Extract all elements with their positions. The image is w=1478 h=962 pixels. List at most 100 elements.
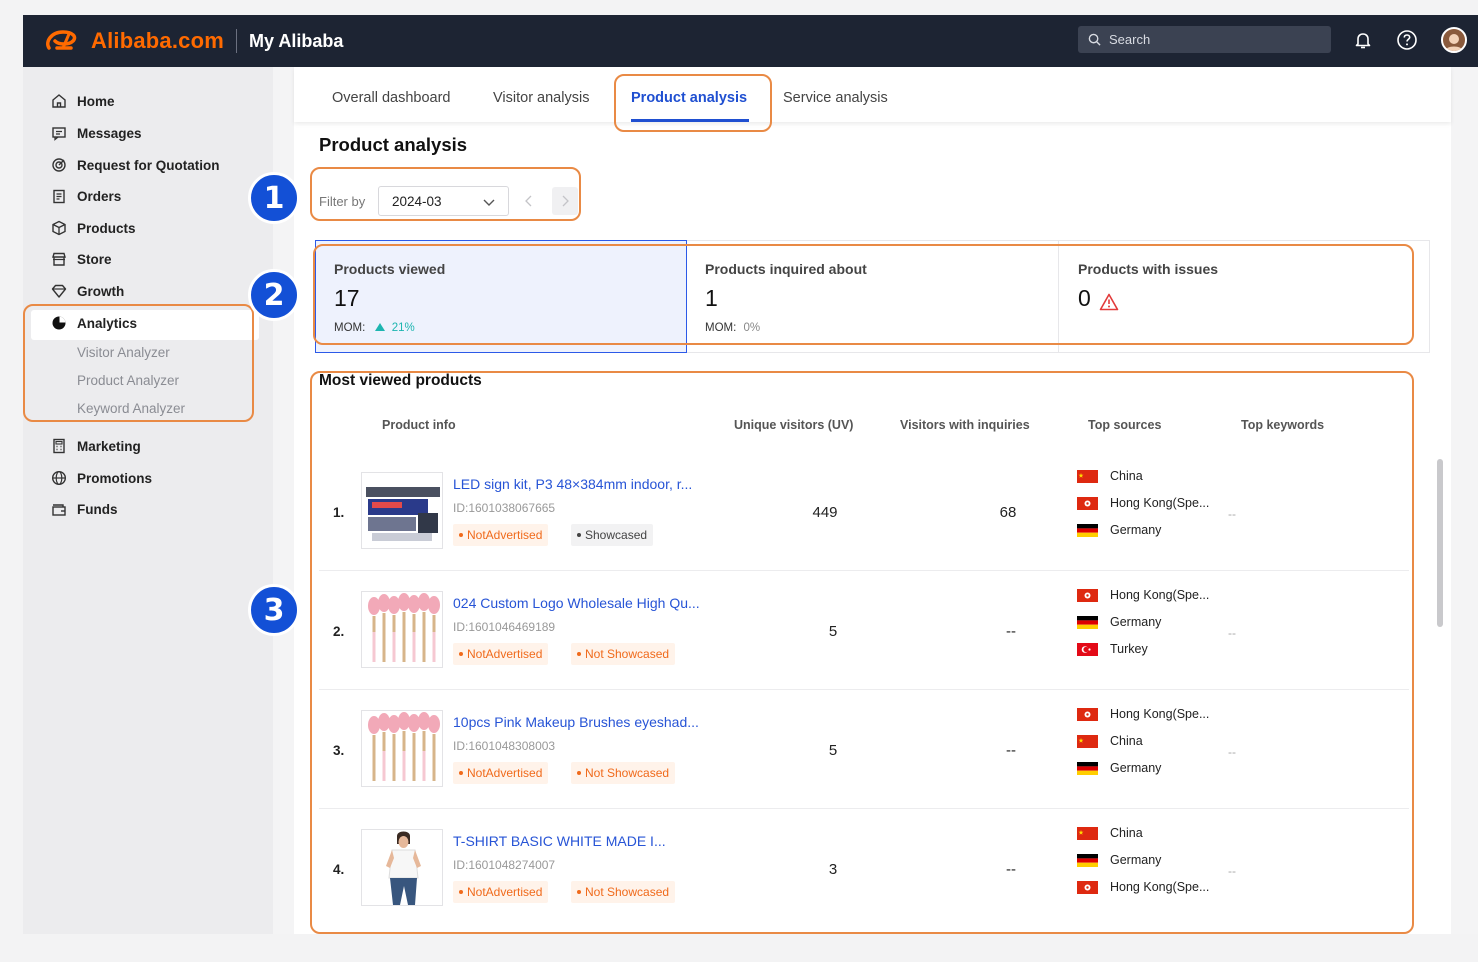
help-icon[interactable] bbox=[1395, 28, 1419, 52]
status-badge-not-showcased: Not Showcased bbox=[571, 643, 676, 665]
product-title-link[interactable]: LED sign kit, P3 48×384mm indoor, r... bbox=[453, 476, 692, 492]
keywords-value: -- bbox=[1228, 864, 1236, 878]
sidebar-label: Messages bbox=[77, 125, 142, 141]
tab-overall-dashboard[interactable]: Overall dashboard bbox=[332, 90, 451, 106]
sidebar-sub-visitor-analyzer[interactable]: Visitor Analyzer bbox=[77, 345, 170, 360]
user-avatar[interactable] bbox=[1441, 27, 1467, 53]
sidebar-item-orders[interactable]: Orders bbox=[51, 185, 121, 207]
sidebar-label: Products bbox=[77, 220, 136, 236]
source-item: Germany bbox=[1077, 853, 1161, 867]
search-placeholder: Search bbox=[1109, 32, 1151, 47]
sidebar-item-store[interactable]: Store bbox=[51, 248, 112, 270]
status-badge-showcased: Showcased bbox=[571, 524, 654, 546]
sidebar-item-funds[interactable]: Funds bbox=[51, 498, 118, 520]
mom-value: 0% bbox=[743, 322, 761, 334]
alibaba-logo[interactable]: Alibaba.com bbox=[43, 28, 224, 54]
sidebar-item-analytics[interactable]: Analytics bbox=[51, 312, 137, 334]
sidebar-item-rfq[interactable]: Request for Quotation bbox=[51, 154, 220, 176]
sidebar-label: Growth bbox=[77, 283, 125, 299]
my-alibaba-title[interactable]: My Alibaba bbox=[249, 31, 343, 52]
flag-hong-kong-icon bbox=[1077, 496, 1098, 510]
flag-china-icon bbox=[1077, 826, 1098, 840]
sidebar-item-messages[interactable]: Messages bbox=[51, 122, 142, 144]
sidebar-sub-product-analyzer[interactable]: Product Analyzer bbox=[77, 373, 179, 388]
flag-germany-icon bbox=[1077, 615, 1098, 629]
sidebar-item-growth[interactable]: Growth bbox=[51, 280, 124, 302]
diamond-icon bbox=[51, 284, 67, 298]
sidebar-item-promotions[interactable]: Promotions bbox=[51, 467, 152, 489]
table-scrollbar[interactable] bbox=[1437, 459, 1443, 627]
kpi-products-viewed[interactable]: Products viewed 17 MOM: 21% bbox=[315, 240, 687, 353]
logo-text: Alibaba.com bbox=[91, 28, 225, 53]
mom-label: MOM: bbox=[705, 322, 737, 334]
target-icon bbox=[52, 158, 66, 172]
kpi-label: Products viewed bbox=[334, 261, 446, 277]
col-header-uv: Unique visitors (UV) bbox=[734, 418, 854, 432]
analysis-tabs: Overall dashboard Visitor analysis Produ… bbox=[294, 67, 1451, 122]
sidebar-item-home[interactable]: Home bbox=[51, 90, 115, 112]
sidebar-label: Analytics bbox=[77, 315, 138, 331]
tab-service-analysis[interactable]: Service analysis bbox=[783, 90, 888, 106]
source-item: Turkey bbox=[1077, 642, 1148, 656]
source-item: Hong Kong(Spe... bbox=[1077, 707, 1209, 721]
table-row: 4. T-SHIRT BASIC WHITE MADE I... ID:1601… bbox=[319, 809, 1409, 928]
home-icon bbox=[52, 94, 66, 108]
product-thumbnail[interactable] bbox=[361, 591, 443, 668]
flag-hong-kong-icon bbox=[1077, 880, 1098, 894]
filter-label: Filter by bbox=[319, 194, 366, 209]
source-item: Hong Kong(Spe... bbox=[1077, 496, 1209, 510]
search-icon bbox=[1088, 33, 1101, 46]
sidebar-item-products[interactable]: Products bbox=[51, 217, 136, 239]
source-item: Germany bbox=[1077, 523, 1161, 537]
product-title-link[interactable]: T-SHIRT BASIC WHITE MADE I... bbox=[453, 833, 666, 849]
kpi-label: Products with issues bbox=[1078, 261, 1219, 277]
status-badge-not-showcased: Not Showcased bbox=[571, 762, 676, 784]
sidebar-label: Marketing bbox=[77, 438, 141, 454]
product-id: ID:1601048308003 bbox=[453, 739, 556, 753]
sidebar-sub-keyword-analyzer[interactable]: Keyword Analyzer bbox=[77, 401, 185, 416]
source-item: Hong Kong(Spe... bbox=[1077, 880, 1209, 894]
store-icon bbox=[52, 252, 66, 266]
product-title-link[interactable]: 10pcs Pink Makeup Brushes eyeshad... bbox=[453, 714, 699, 730]
wallet-icon bbox=[52, 504, 66, 516]
flag-hong-kong-icon bbox=[1077, 588, 1098, 602]
flag-china-icon bbox=[1077, 734, 1098, 748]
search-input[interactable]: Search bbox=[1078, 26, 1331, 53]
next-month-button[interactable] bbox=[552, 187, 578, 215]
inquiries-value: 68 bbox=[999, 504, 1017, 521]
product-id: ID:1601048274007 bbox=[453, 858, 556, 872]
annotation-badge-2: 2 bbox=[248, 269, 300, 321]
bell-icon[interactable] bbox=[1351, 28, 1375, 52]
clipboard-icon bbox=[53, 189, 65, 204]
tab-visitor-analysis[interactable]: Visitor analysis bbox=[493, 90, 589, 106]
source-item: China bbox=[1077, 826, 1143, 840]
annotation-badge-1: 1 bbox=[248, 172, 300, 224]
product-thumbnail[interactable] bbox=[361, 829, 443, 906]
sidebar-label: Promotions bbox=[77, 470, 153, 486]
product-thumbnail[interactable] bbox=[361, 472, 443, 549]
month-select-value: 2024-03 bbox=[392, 193, 442, 209]
sidebar-item-marketing[interactable]: Marketing bbox=[51, 435, 141, 457]
header-divider bbox=[236, 29, 238, 53]
kpi-products-with-issues[interactable]: Products with issues 0 bbox=[1060, 241, 1430, 352]
uv-value: 3 bbox=[828, 861, 838, 878]
flag-turkey-icon bbox=[1077, 642, 1098, 656]
month-select[interactable]: 2024-03 bbox=[378, 186, 509, 216]
product-thumbnail[interactable] bbox=[361, 710, 443, 787]
keywords-value: -- bbox=[1228, 745, 1236, 759]
source-item: Hong Kong(Spe... bbox=[1077, 588, 1209, 602]
source-item: Germany bbox=[1077, 761, 1161, 775]
tab-product-analysis[interactable]: Product analysis bbox=[631, 90, 747, 106]
active-tab-indicator bbox=[631, 119, 749, 122]
uv-value: 5 bbox=[828, 623, 838, 640]
sidebar-label: Home bbox=[77, 93, 115, 109]
product-title-link[interactable]: 024 Custom Logo Wholesale High Qu... bbox=[453, 595, 700, 611]
status-badge-not-advertised: NotAdvertised bbox=[453, 643, 549, 665]
prev-month-button[interactable] bbox=[516, 187, 542, 215]
most-viewed-title: Most viewed products bbox=[319, 372, 482, 389]
trend-up-icon bbox=[374, 323, 385, 331]
inquiries-value: -- bbox=[1006, 861, 1016, 878]
col-header-inquiries: Visitors with inquiries bbox=[900, 418, 1030, 432]
table-row: 2. 024 Custom Logo Wholesale High Qu... … bbox=[319, 571, 1409, 690]
kpi-products-inquired[interactable]: Products inquired about 1 MOM: 0% bbox=[687, 241, 1059, 352]
